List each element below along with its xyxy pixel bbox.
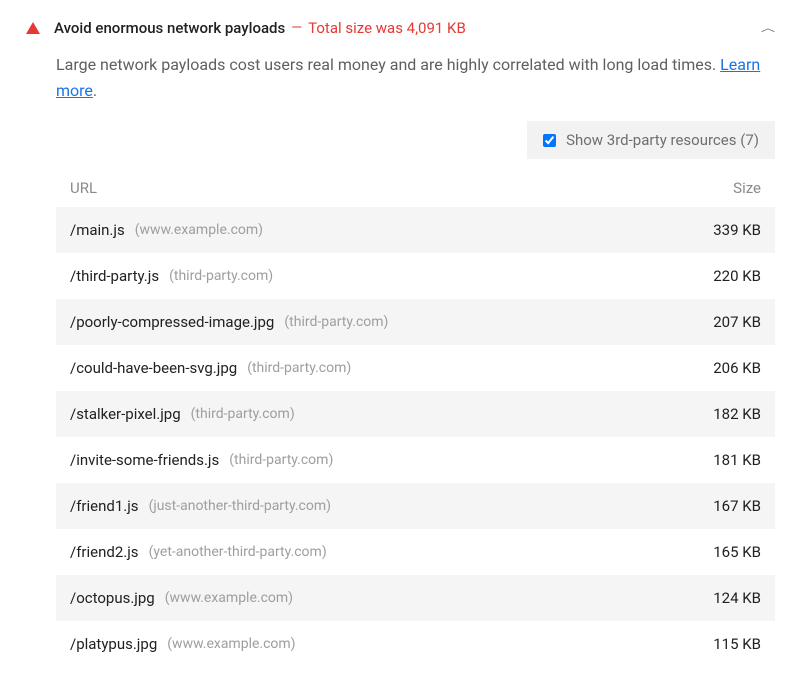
size-value: 165 KB: [713, 543, 761, 561]
url-path: /invite-some-friends.js: [70, 451, 219, 469]
size-value: 167 KB: [713, 497, 761, 515]
table-row: /poorly-compressed-image.jpg (third-party…: [56, 299, 775, 345]
table-row: /main.js (www.example.com) 339 KB: [56, 207, 775, 253]
payload-table: URL Size /main.js (www.example.com) 339 KB…: [56, 171, 775, 667]
url-path: /poorly-compressed-image.jpg: [70, 313, 274, 331]
url-host: (third-party.com): [247, 360, 351, 376]
url-host: (www.example.com): [165, 590, 293, 606]
table-row: /invite-some-friends.js (third-party.com)…: [56, 437, 775, 483]
third-party-label: Show 3rd-party resources (7): [566, 131, 759, 149]
size-value: 206 KB: [713, 359, 761, 377]
url-path: /main.js: [70, 221, 125, 239]
description-period: .: [93, 81, 97, 100]
col-url: URL: [70, 179, 97, 197]
col-size: Size: [733, 179, 761, 197]
url-path: /could-have-been-svg.jpg: [70, 359, 237, 377]
table-row: /octopus.jpg (www.example.com) 124 KB: [56, 575, 775, 621]
audit-summary: Total size was 4,091 KB: [308, 19, 466, 37]
third-party-checkbox[interactable]: [543, 134, 556, 147]
table-row: /friend1.js (just-another-third-party.com…: [56, 483, 775, 529]
audit-description: Large network payloads cost users real m…: [56, 52, 775, 103]
size-value: 115 KB: [713, 635, 761, 653]
size-value: 207 KB: [713, 313, 761, 331]
table-row: /stalker-pixel.jpg (third-party.com) 182 K…: [56, 391, 775, 437]
third-party-row: Show 3rd-party resources (7): [24, 121, 775, 159]
url-host: (third-party.com): [284, 314, 388, 330]
size-value: 220 KB: [713, 267, 761, 285]
size-value: 124 KB: [713, 589, 761, 607]
url-host: (third-party.com): [229, 452, 333, 468]
url-host: (yet-another-third-party.com): [149, 544, 327, 560]
table-header: URL Size: [56, 171, 775, 207]
table-row: /could-have-been-svg.jpg (third-party.com…: [56, 345, 775, 391]
size-value: 181 KB: [713, 451, 761, 469]
url-host: (just-another-third-party.com): [149, 498, 331, 514]
table-row: /friend2.js (yet-another-third-party.com)…: [56, 529, 775, 575]
audit-title: Avoid enormous network payloads: [54, 19, 285, 37]
warning-triangle-icon: [26, 22, 40, 34]
url-path: /friend1.js: [70, 497, 139, 515]
table-row: /platypus.jpg (www.example.com) 115 KB: [56, 621, 775, 667]
url-host: (www.example.com): [135, 222, 263, 238]
url-path: /platypus.jpg: [70, 635, 157, 653]
url-host: (third-party.com): [169, 268, 273, 284]
url-path: /octopus.jpg: [70, 589, 155, 607]
url-host: (www.example.com): [167, 636, 295, 652]
third-party-toggle[interactable]: Show 3rd-party resources (7): [527, 121, 775, 159]
url-host: (third-party.com): [191, 406, 295, 422]
size-value: 339 KB: [713, 221, 761, 239]
size-value: 182 KB: [713, 405, 761, 423]
url-path: /stalker-pixel.jpg: [70, 405, 181, 423]
table-row: /third-party.js (third-party.com) 220 KB: [56, 253, 775, 299]
description-text: Large network payloads cost users real m…: [56, 55, 720, 74]
chevron-up-icon[interactable]: ︿: [761, 21, 775, 35]
url-path: /third-party.js: [70, 267, 159, 285]
audit-header[interactable]: Avoid enormous network payloads — Total …: [24, 14, 775, 46]
separator-dash: —: [291, 20, 302, 36]
url-path: /friend2.js: [70, 543, 139, 561]
